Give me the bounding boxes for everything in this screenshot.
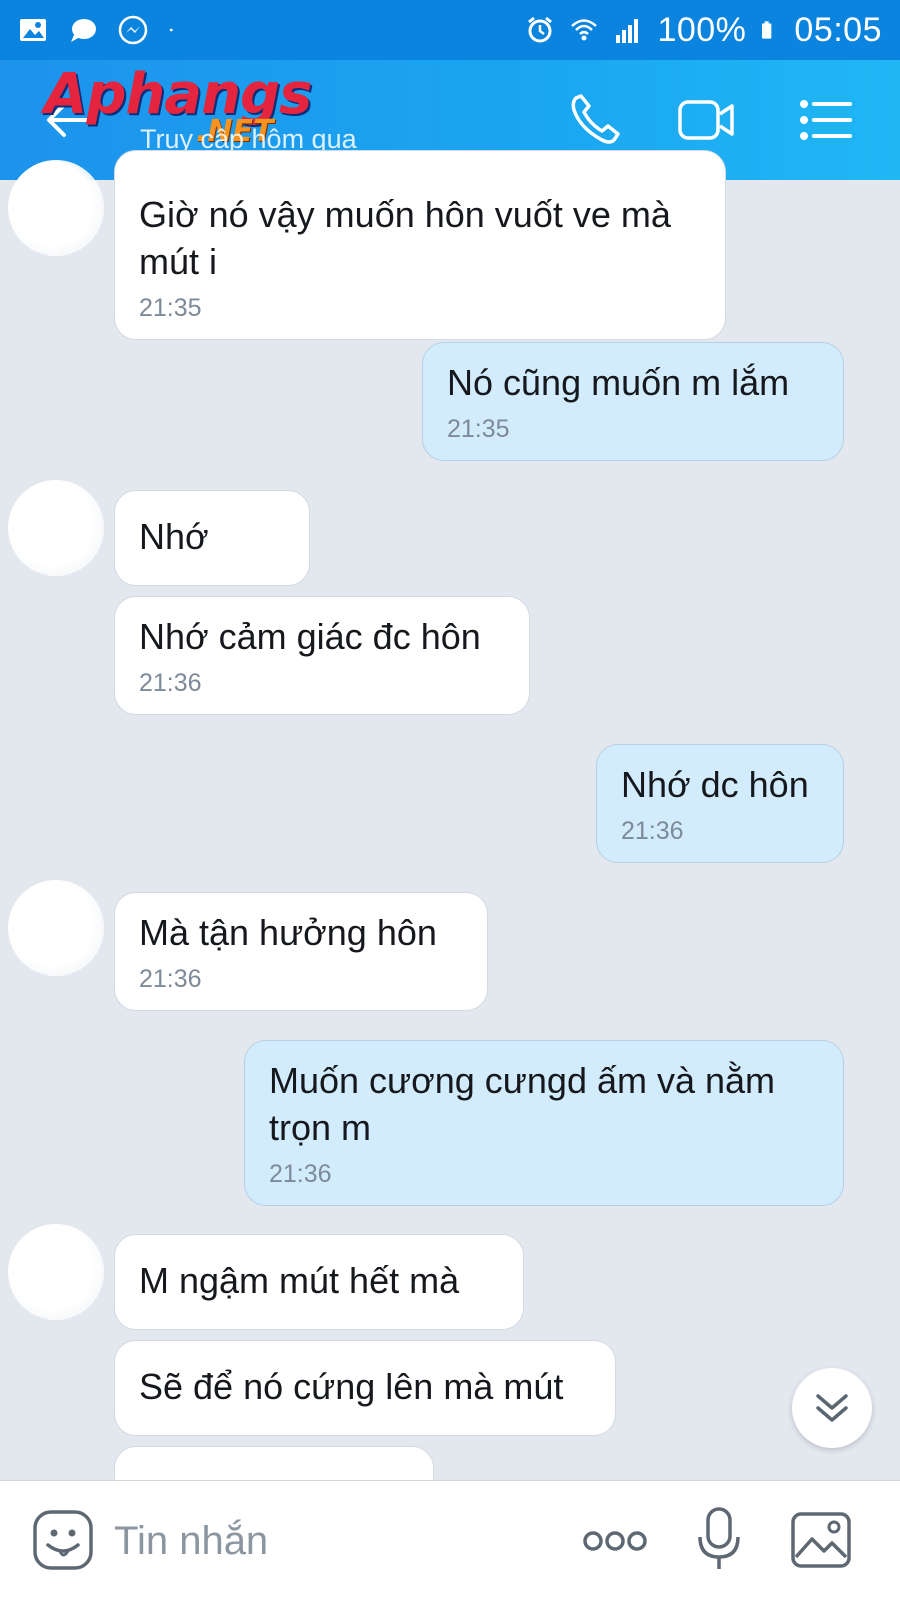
message-time: 21:36 xyxy=(621,817,684,845)
signal-icon xyxy=(616,19,639,43)
avatar[interactable] xyxy=(8,160,104,256)
more-dots-icon[interactable] xyxy=(582,1519,648,1563)
message-input-bar xyxy=(0,1480,900,1600)
incoming-message[interactable]: Sẽ để nó cứng lên mà mút xyxy=(114,1340,616,1436)
status-bar: 100% 05:05 xyxy=(0,0,900,60)
wifi-icon xyxy=(571,19,598,41)
clock: 05:05 xyxy=(794,10,882,49)
avatar[interactable] xyxy=(8,480,104,576)
incoming-message[interactable]: Giờ nó vậy muốn hôn vuốt ve mà mút i 21:… xyxy=(114,150,726,340)
scroll-to-bottom-button[interactable] xyxy=(792,1368,872,1448)
avatar[interactable] xyxy=(8,880,104,976)
incoming-message[interactable]: Nhớ xyxy=(114,490,310,586)
message-text: Giờ nó vậy muốn hôn vuốt ve mà mút i xyxy=(139,194,671,282)
incoming-message[interactable]: M ngậm mút hết mà xyxy=(114,1234,524,1330)
message-time: 21:36 xyxy=(139,965,202,993)
chat-bubble-icon xyxy=(71,19,96,42)
message-text: Nhớ cảm giác đc hôn xyxy=(139,616,481,657)
avatar[interactable] xyxy=(8,1224,104,1320)
battery-icon xyxy=(762,21,772,39)
menu-list-icon[interactable] xyxy=(794,88,858,152)
incoming-message[interactable]: Mà tận hưởng hôn 21:36 xyxy=(114,892,488,1011)
video-camera-icon[interactable] xyxy=(674,88,738,152)
dot-icon xyxy=(169,28,173,32)
outgoing-message[interactable]: Muốn cương cưngd ấm và nằm trọn m 21:36 xyxy=(244,1040,844,1206)
message-time: 21:35 xyxy=(139,294,202,322)
status-bar-system: 100% 05:05 xyxy=(525,11,882,50)
phone-icon[interactable] xyxy=(562,88,626,152)
message-input[interactable] xyxy=(114,1511,554,1571)
microphone-icon[interactable] xyxy=(694,1505,744,1575)
outgoing-message[interactable]: Nó cũng muốn m lắm 21:35 xyxy=(422,342,844,461)
message-text: Muốn cương cưngd ấm và nằm trọn m xyxy=(269,1060,776,1148)
messenger-icon xyxy=(118,15,148,45)
image-icon[interactable] xyxy=(790,1511,852,1569)
outgoing-message[interactable]: Nhớ dc hôn 21:36 xyxy=(596,744,844,863)
sticker-icon[interactable] xyxy=(32,1509,94,1571)
message-list[interactable]: Giờ nó vậy muốn hôn vuốt ve mà mút i 21:… xyxy=(0,150,900,1506)
message-text: Sẽ để nó cứng lên mà mút xyxy=(139,1366,564,1407)
message-time: 21:36 xyxy=(269,1160,332,1188)
status-bar-notifications xyxy=(18,15,182,45)
message-text: Nó cũng muốn m lắm xyxy=(447,362,790,403)
message-time: 21:36 xyxy=(139,669,202,697)
message-text: Nhớ dc hôn xyxy=(621,764,809,805)
alarm-icon xyxy=(528,16,553,43)
gallery-icon xyxy=(20,19,46,41)
message-text: Mà tận hưởng hôn xyxy=(139,912,437,953)
double-chevron-down-icon xyxy=(816,1394,848,1422)
incoming-message[interactable]: Nhớ cảm giác đc hôn 21:36 xyxy=(114,596,530,715)
message-time: 21:35 xyxy=(447,415,510,443)
message-text: M ngậm mút hết mà xyxy=(139,1260,460,1301)
battery-percent: 100% xyxy=(657,10,747,49)
message-text: Nhớ xyxy=(139,516,209,557)
